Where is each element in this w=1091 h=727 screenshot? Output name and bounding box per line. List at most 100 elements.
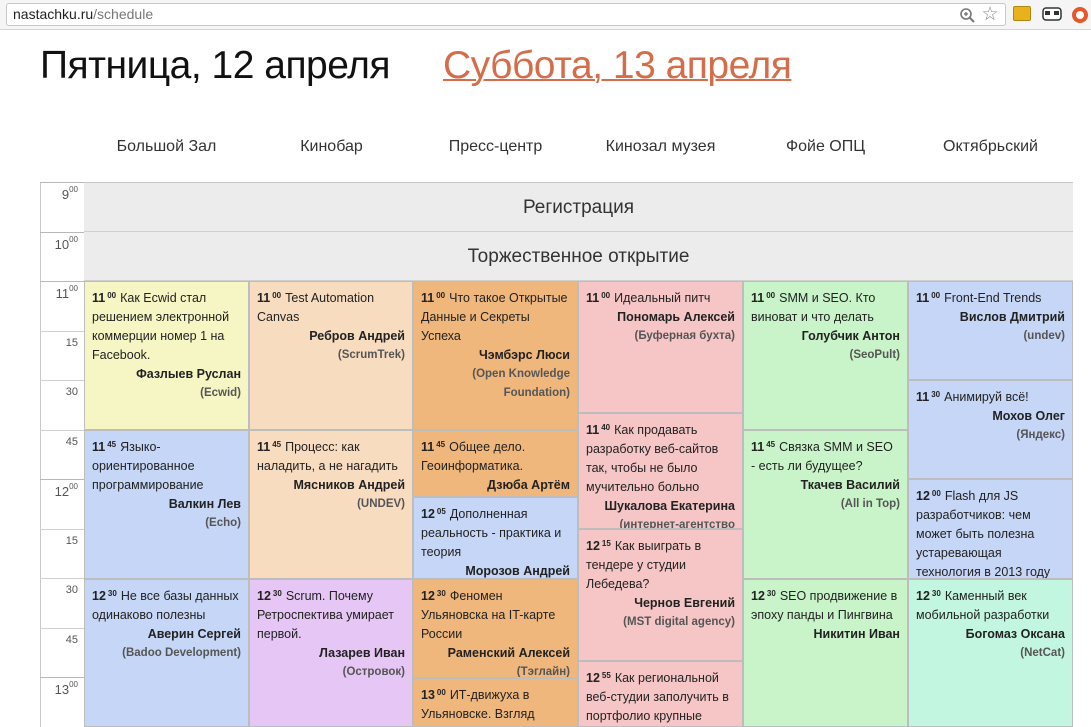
session-card[interactable]: 11 00 Как Ecwid стал решением электронной … bbox=[84, 281, 249, 430]
session-company: (Буферная бухта) bbox=[634, 330, 735, 342]
session-company: (UNDEV) bbox=[357, 498, 405, 510]
session-speaker: Фазлыев Руслан bbox=[136, 367, 241, 381]
session-time: 12 15 bbox=[586, 539, 611, 553]
session-card[interactable]: 13 00 ИТ-движуха в Ульяновске. Взгляд bbox=[413, 678, 578, 727]
session-speaker: Валкин Лев bbox=[168, 497, 241, 511]
session-company: (ScrumTrek) bbox=[337, 349, 405, 361]
time-label: 1200 bbox=[40, 479, 84, 529]
session-card[interactable]: 11 00 Что такое Открытые Данные и Секреты … bbox=[413, 281, 578, 430]
session-speaker: Морозов Андрей bbox=[465, 564, 570, 578]
session-company: (Островок) bbox=[342, 666, 405, 678]
session-speaker: Лазарев Иван bbox=[319, 646, 405, 660]
day-tab-active: Пятница, 12 апреля bbox=[40, 44, 391, 87]
session-time: 12 00 bbox=[916, 489, 941, 503]
session-company: (MST digital agency) bbox=[623, 616, 735, 628]
session-speaker: Никитин Иван bbox=[813, 627, 901, 641]
session-time: 11 45 bbox=[257, 440, 282, 454]
browser-toolbar: nastachku.ru/schedule ☆ bbox=[0, 0, 1091, 30]
session-time: 12 30 bbox=[421, 589, 446, 603]
session-speaker: Чэмбэрс Люси bbox=[478, 348, 570, 362]
session-title: Front-End Trends bbox=[944, 291, 1042, 305]
time-label: 900 bbox=[40, 182, 84, 232]
session-speaker: Аверин Сергей bbox=[147, 627, 241, 641]
session-card[interactable]: 12 55 Как региональной веб-студии заполучи… bbox=[578, 661, 743, 727]
time-label: 1100 bbox=[40, 281, 84, 331]
session-speaker: Вислов Дмитрий bbox=[959, 310, 1065, 324]
session-time: 12 55 bbox=[586, 671, 611, 685]
day-tab-link[interactable]: Суббота, 13 апреля bbox=[443, 44, 792, 88]
session-time: 12 30 bbox=[257, 589, 282, 603]
address-bar[interactable]: nastachku.ru/schedule bbox=[6, 3, 1006, 26]
session-speaker: Дзюба Артём bbox=[487, 478, 570, 492]
time-label: 1300 bbox=[40, 677, 84, 727]
extension-chart-icon[interactable] bbox=[1013, 6, 1031, 21]
opening-row: Торжественное открытие bbox=[84, 232, 1073, 281]
hall-header: Пресс-центр bbox=[448, 138, 543, 155]
session-card[interactable]: 11 45 Общее дело. Геоинформатика. Дзюба Ар… bbox=[413, 430, 578, 497]
zoom-icon[interactable] bbox=[958, 5, 978, 25]
session-card[interactable]: 11 45 Языко-ориентированное программирован… bbox=[84, 430, 249, 579]
session-time: 11 00 bbox=[92, 291, 117, 305]
session-speaker: Пономарь Алексей bbox=[617, 310, 735, 324]
session-time: 13 00 bbox=[421, 688, 446, 702]
extension-circle-icon[interactable] bbox=[1070, 5, 1090, 25]
session-card[interactable]: 12 30 Scrum. Почему Ретроспектива умирает … bbox=[249, 579, 413, 727]
session-card[interactable]: 12 00 Flash для JS разработчиков: чем може… bbox=[908, 479, 1073, 579]
session-speaker: Шукалова Екатерина bbox=[604, 499, 735, 513]
session-card[interactable]: 12 30 Феномен Ульяновска на IT-карте Росси… bbox=[413, 579, 578, 678]
session-card[interactable]: 11 30 Анимируй всё! Мохов Олег (Яндекс) bbox=[908, 380, 1073, 479]
session-speaker: Ребров Андрей bbox=[309, 329, 405, 343]
session-card[interactable]: 12 05 Дополненная реальность - практика и … bbox=[413, 497, 578, 579]
session-company: (Ecwid) bbox=[200, 387, 241, 399]
session-card[interactable]: 11 00 Идеальный питч Пономарь Алексей (Буф… bbox=[578, 281, 743, 413]
session-speaker: Мохов Олег bbox=[992, 409, 1065, 423]
time-label: 15 bbox=[40, 330, 84, 381]
session-time: 12 05 bbox=[421, 507, 446, 521]
session-time: 11 00 bbox=[421, 291, 446, 305]
session-company: (интернет-агентство bbox=[619, 519, 735, 529]
session-time: 11 40 bbox=[586, 423, 611, 437]
hall-header: Кинобар bbox=[300, 138, 363, 155]
session-company: (Яндекс) bbox=[1016, 429, 1065, 441]
time-label: 15 bbox=[40, 528, 84, 579]
hall-header: Фойе ОПЦ bbox=[785, 138, 866, 155]
time-label: 30 bbox=[40, 380, 84, 430]
session-speaker: Раменский Алексей bbox=[447, 646, 570, 660]
session-title: Анимируй всё! bbox=[944, 390, 1029, 404]
session-time: 11 45 bbox=[92, 440, 117, 454]
registration-row: Регистрация bbox=[84, 183, 1073, 232]
session-card[interactable]: 12 30 Не все базы данных одинаково полезны… bbox=[84, 579, 249, 727]
session-card[interactable]: 12 30 SEO продвижение в эпоху панды и Пинг… bbox=[743, 579, 908, 727]
session-time: 11 00 bbox=[257, 291, 282, 305]
session-time: 11 00 bbox=[586, 291, 611, 305]
session-company: (Тэглайн) bbox=[516, 666, 570, 678]
session-time: 12 30 bbox=[916, 589, 941, 603]
session-card[interactable]: 11 45 Процесс: как наладить, а не нагадить… bbox=[249, 430, 413, 579]
session-company: (undev) bbox=[1023, 330, 1065, 342]
time-label: 45 bbox=[40, 627, 84, 678]
session-company: (Badoo Development) bbox=[122, 647, 241, 659]
session-time: 11 45 bbox=[751, 440, 776, 454]
session-card[interactable]: 12 15 Как выиграть в тендере у студии Лебе… bbox=[578, 529, 743, 661]
session-speaker: Голубчик Антон bbox=[801, 329, 900, 343]
session-card[interactable]: 11 00 SMM и SEO. Кто виноват и что делать … bbox=[743, 281, 908, 430]
bookmark-star-icon[interactable]: ☆ bbox=[980, 5, 1000, 25]
time-label: 1000 bbox=[40, 231, 84, 282]
hall-header: Кинозал музея bbox=[605, 138, 716, 155]
url-host: nastachku.ru bbox=[13, 6, 94, 22]
session-company: (All in Top) bbox=[840, 498, 900, 510]
session-card[interactable]: 11 00 Test Automation Canvas Ребров Андрей… bbox=[249, 281, 413, 430]
session-card[interactable]: 11 00 Front-End Trends Вислов Дмитрий (und… bbox=[908, 281, 1073, 380]
session-company: (Echo) bbox=[205, 517, 241, 529]
url-path: /schedule bbox=[93, 6, 154, 22]
time-label: 30 bbox=[40, 578, 84, 628]
extension-mask-icon[interactable] bbox=[1042, 6, 1062, 22]
session-time: 11 45 bbox=[421, 440, 446, 454]
session-card[interactable]: 11 40 Как продавать разработку веб-сайтов … bbox=[578, 413, 743, 529]
session-card[interactable]: 11 45 Связка SMM и SEO - есть ли будущее? … bbox=[743, 430, 908, 579]
session-card[interactable]: 12 30 Каменный век мобильной разработки Бо… bbox=[908, 579, 1073, 727]
session-time: 12 30 bbox=[751, 589, 776, 603]
session-company: (NetCat) bbox=[1020, 647, 1065, 659]
session-time: 11 00 bbox=[751, 291, 776, 305]
session-company: (SeoPult) bbox=[849, 349, 900, 361]
